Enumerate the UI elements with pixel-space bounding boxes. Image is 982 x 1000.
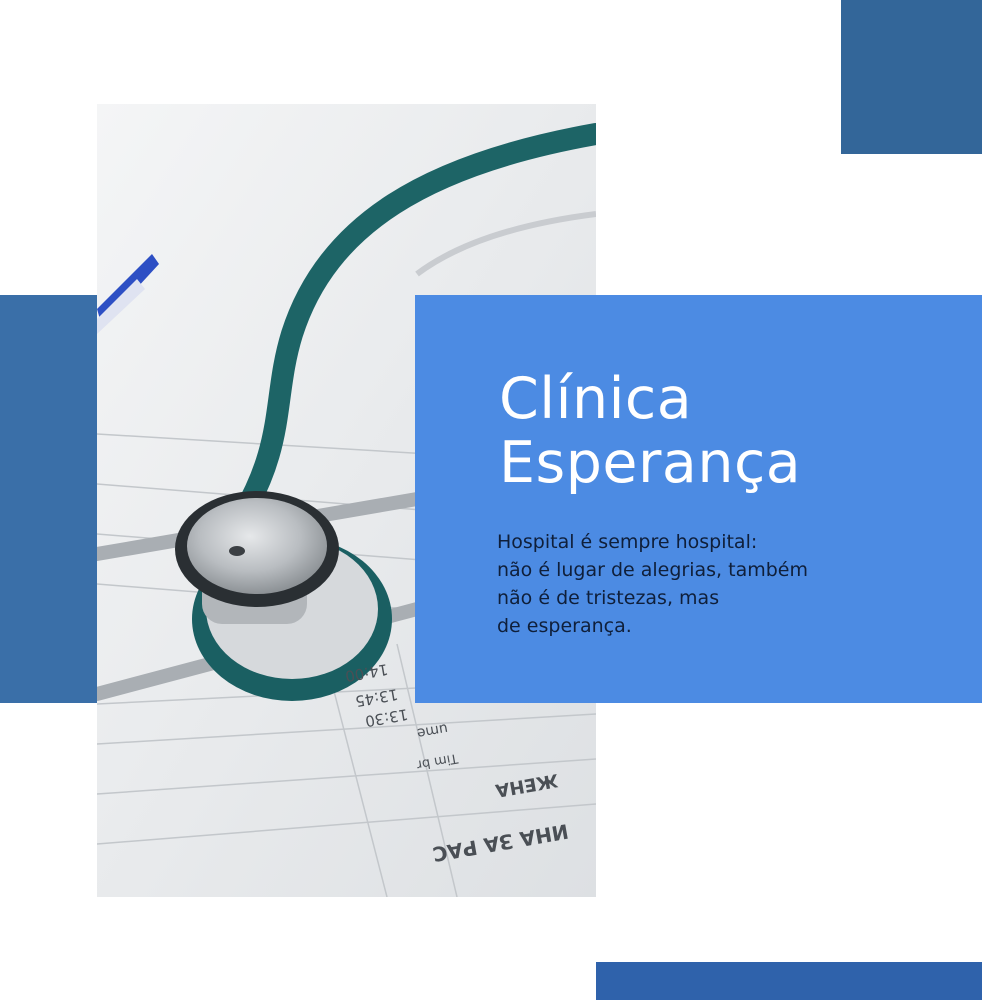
chestpiece-bell [187,498,327,594]
tagline-line-3: não é de tristezas, mas [497,587,720,609]
left-accent-block [0,295,98,703]
clinic-title: Clínica Esperança [499,367,801,495]
tagline-line-4: de esperança. [497,615,632,637]
clinic-title-line-1: Clínica [499,366,693,432]
chestpiece-hole [229,546,245,556]
tagline-line-1: Hospital é sempre hospital: [497,531,758,553]
top-right-accent-block [841,0,982,154]
info-panel: Clínica Esperança Hospital é sempre hosp… [415,295,982,703]
bottom-accent-bar [596,962,982,1000]
clinic-title-line-2: Esperança [499,430,802,496]
tagline-line-2: não é lugar de alegrias, também [497,559,808,581]
clinic-tagline: Hospital é sempre hospital: não é lugar … [497,528,957,640]
